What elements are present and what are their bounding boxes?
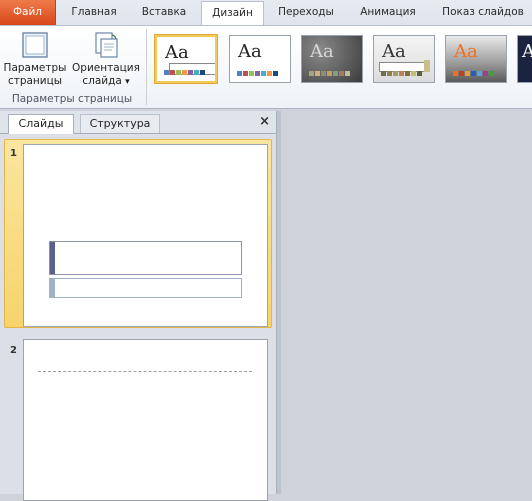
close-icon[interactable]: × <box>259 114 270 129</box>
tab-outline[interactable]: Структура <box>80 114 160 133</box>
color-swatch <box>176 70 181 75</box>
ribbon-tab-strip: Файл Главная Вставка Дизайн Переходы Ани… <box>0 0 532 26</box>
color-swatch <box>333 71 338 76</box>
color-swatch <box>465 71 470 76</box>
slide-editing-area <box>281 111 532 494</box>
theme-sample-text: Aa <box>382 41 406 62</box>
color-swatch <box>381 71 386 76</box>
color-swatch <box>267 71 272 76</box>
theme-thumbnail-5[interactable]: Aa <box>445 35 507 83</box>
theme-color-swatches <box>453 71 494 76</box>
tab-home[interactable]: Главная <box>62 1 126 25</box>
theme-sample-text: Aa <box>165 42 189 63</box>
tab-insert[interactable]: Вставка <box>132 1 196 25</box>
slides-pane: Слайды Структура × 1 2 <box>0 111 276 501</box>
color-swatch <box>182 70 187 75</box>
title-placeholder <box>49 241 242 275</box>
color-swatch <box>188 70 193 75</box>
tab-design[interactable]: Дизайн <box>201 1 264 26</box>
page-setup-icon <box>21 31 49 59</box>
slides-pane-header: Слайды Структура × <box>0 111 276 134</box>
slide-2-thumbnail[interactable] <box>23 339 268 501</box>
theme-thumbnail-4[interactable]: Aa <box>373 35 435 83</box>
title-placeholder-accent <box>50 242 55 274</box>
color-swatch <box>237 71 242 76</box>
slide-number: 1 <box>10 148 17 159</box>
color-swatch <box>339 71 344 76</box>
color-swatch <box>321 71 326 76</box>
color-swatch <box>459 71 464 76</box>
color-swatch <box>453 71 458 76</box>
tab-slideshow[interactable]: Показ слайдов <box>434 1 532 25</box>
color-swatch <box>255 71 260 76</box>
color-swatch <box>489 71 494 76</box>
theme-thumbnail-3[interactable]: Aa <box>301 35 363 83</box>
orientation-icon <box>92 31 120 59</box>
color-swatch <box>393 71 398 76</box>
group-separator <box>146 29 147 105</box>
tab-slides[interactable]: Слайды <box>8 114 74 134</box>
color-swatch <box>345 71 350 76</box>
color-swatch <box>471 71 476 76</box>
color-swatch <box>417 71 422 76</box>
color-swatch <box>309 71 314 76</box>
theme-sample-text: Aa <box>310 41 334 62</box>
color-swatch <box>200 70 205 75</box>
theme-sample-text: Aa <box>454 41 478 62</box>
theme-thumbnail-2[interactable]: Aa <box>229 35 291 83</box>
slides-list: 1 2 <box>0 134 276 501</box>
color-swatch <box>261 71 266 76</box>
theme-color-swatches <box>164 70 205 75</box>
color-swatch <box>405 71 410 76</box>
theme-color-swatches <box>309 71 350 76</box>
theme-color-swatches <box>381 71 422 76</box>
theme-sample-text: Aa <box>238 41 262 62</box>
tab-transitions[interactable]: Переходы <box>270 1 342 25</box>
color-swatch <box>164 70 169 75</box>
color-swatch <box>399 71 404 76</box>
subtitle-placeholder-accent <box>50 279 55 297</box>
color-swatch <box>170 70 175 75</box>
color-swatch <box>243 71 248 76</box>
color-swatch <box>411 71 416 76</box>
ribbon-design: Параметры страницы Ориентация слайда ▾ П… <box>0 25 532 109</box>
color-swatch <box>315 71 320 76</box>
theme-accent-block <box>424 60 430 72</box>
page-setup-group-label: Параметры страницы <box>11 93 133 105</box>
subtitle-placeholder <box>49 278 242 298</box>
color-swatch <box>249 71 254 76</box>
slide-number: 2 <box>10 345 17 356</box>
slide-orientation-button[interactable]: Ориентация слайда ▾ <box>70 30 142 89</box>
slide-1-thumbnail[interactable] <box>23 144 268 327</box>
orientation-label-text: слайда <box>82 75 122 87</box>
color-swatch <box>327 71 332 76</box>
orientation-label-2: слайда ▾ <box>70 75 142 89</box>
color-swatch <box>387 71 392 76</box>
page-setup-label-2: страницы <box>7 75 63 87</box>
color-swatch <box>273 71 278 76</box>
color-swatch <box>483 71 488 76</box>
title-dashed-line <box>38 371 252 372</box>
theme-thumbnail-office[interactable]: Aa <box>154 34 218 84</box>
page-setup-label-1: Параметры <box>3 62 67 74</box>
tab-animation[interactable]: Анимация <box>348 1 428 25</box>
theme-thumbnail-6[interactable]: A <box>517 35 532 83</box>
theme-color-swatches <box>237 71 278 76</box>
color-swatch <box>194 70 199 75</box>
theme-sample-text: A <box>522 41 532 62</box>
tab-file[interactable]: Файл <box>0 0 56 25</box>
orientation-label-1: Ориентация <box>72 62 140 74</box>
chevron-down-icon: ▾ <box>125 77 130 87</box>
page-setup-button[interactable]: Параметры страницы <box>2 30 68 88</box>
color-swatch <box>477 71 482 76</box>
